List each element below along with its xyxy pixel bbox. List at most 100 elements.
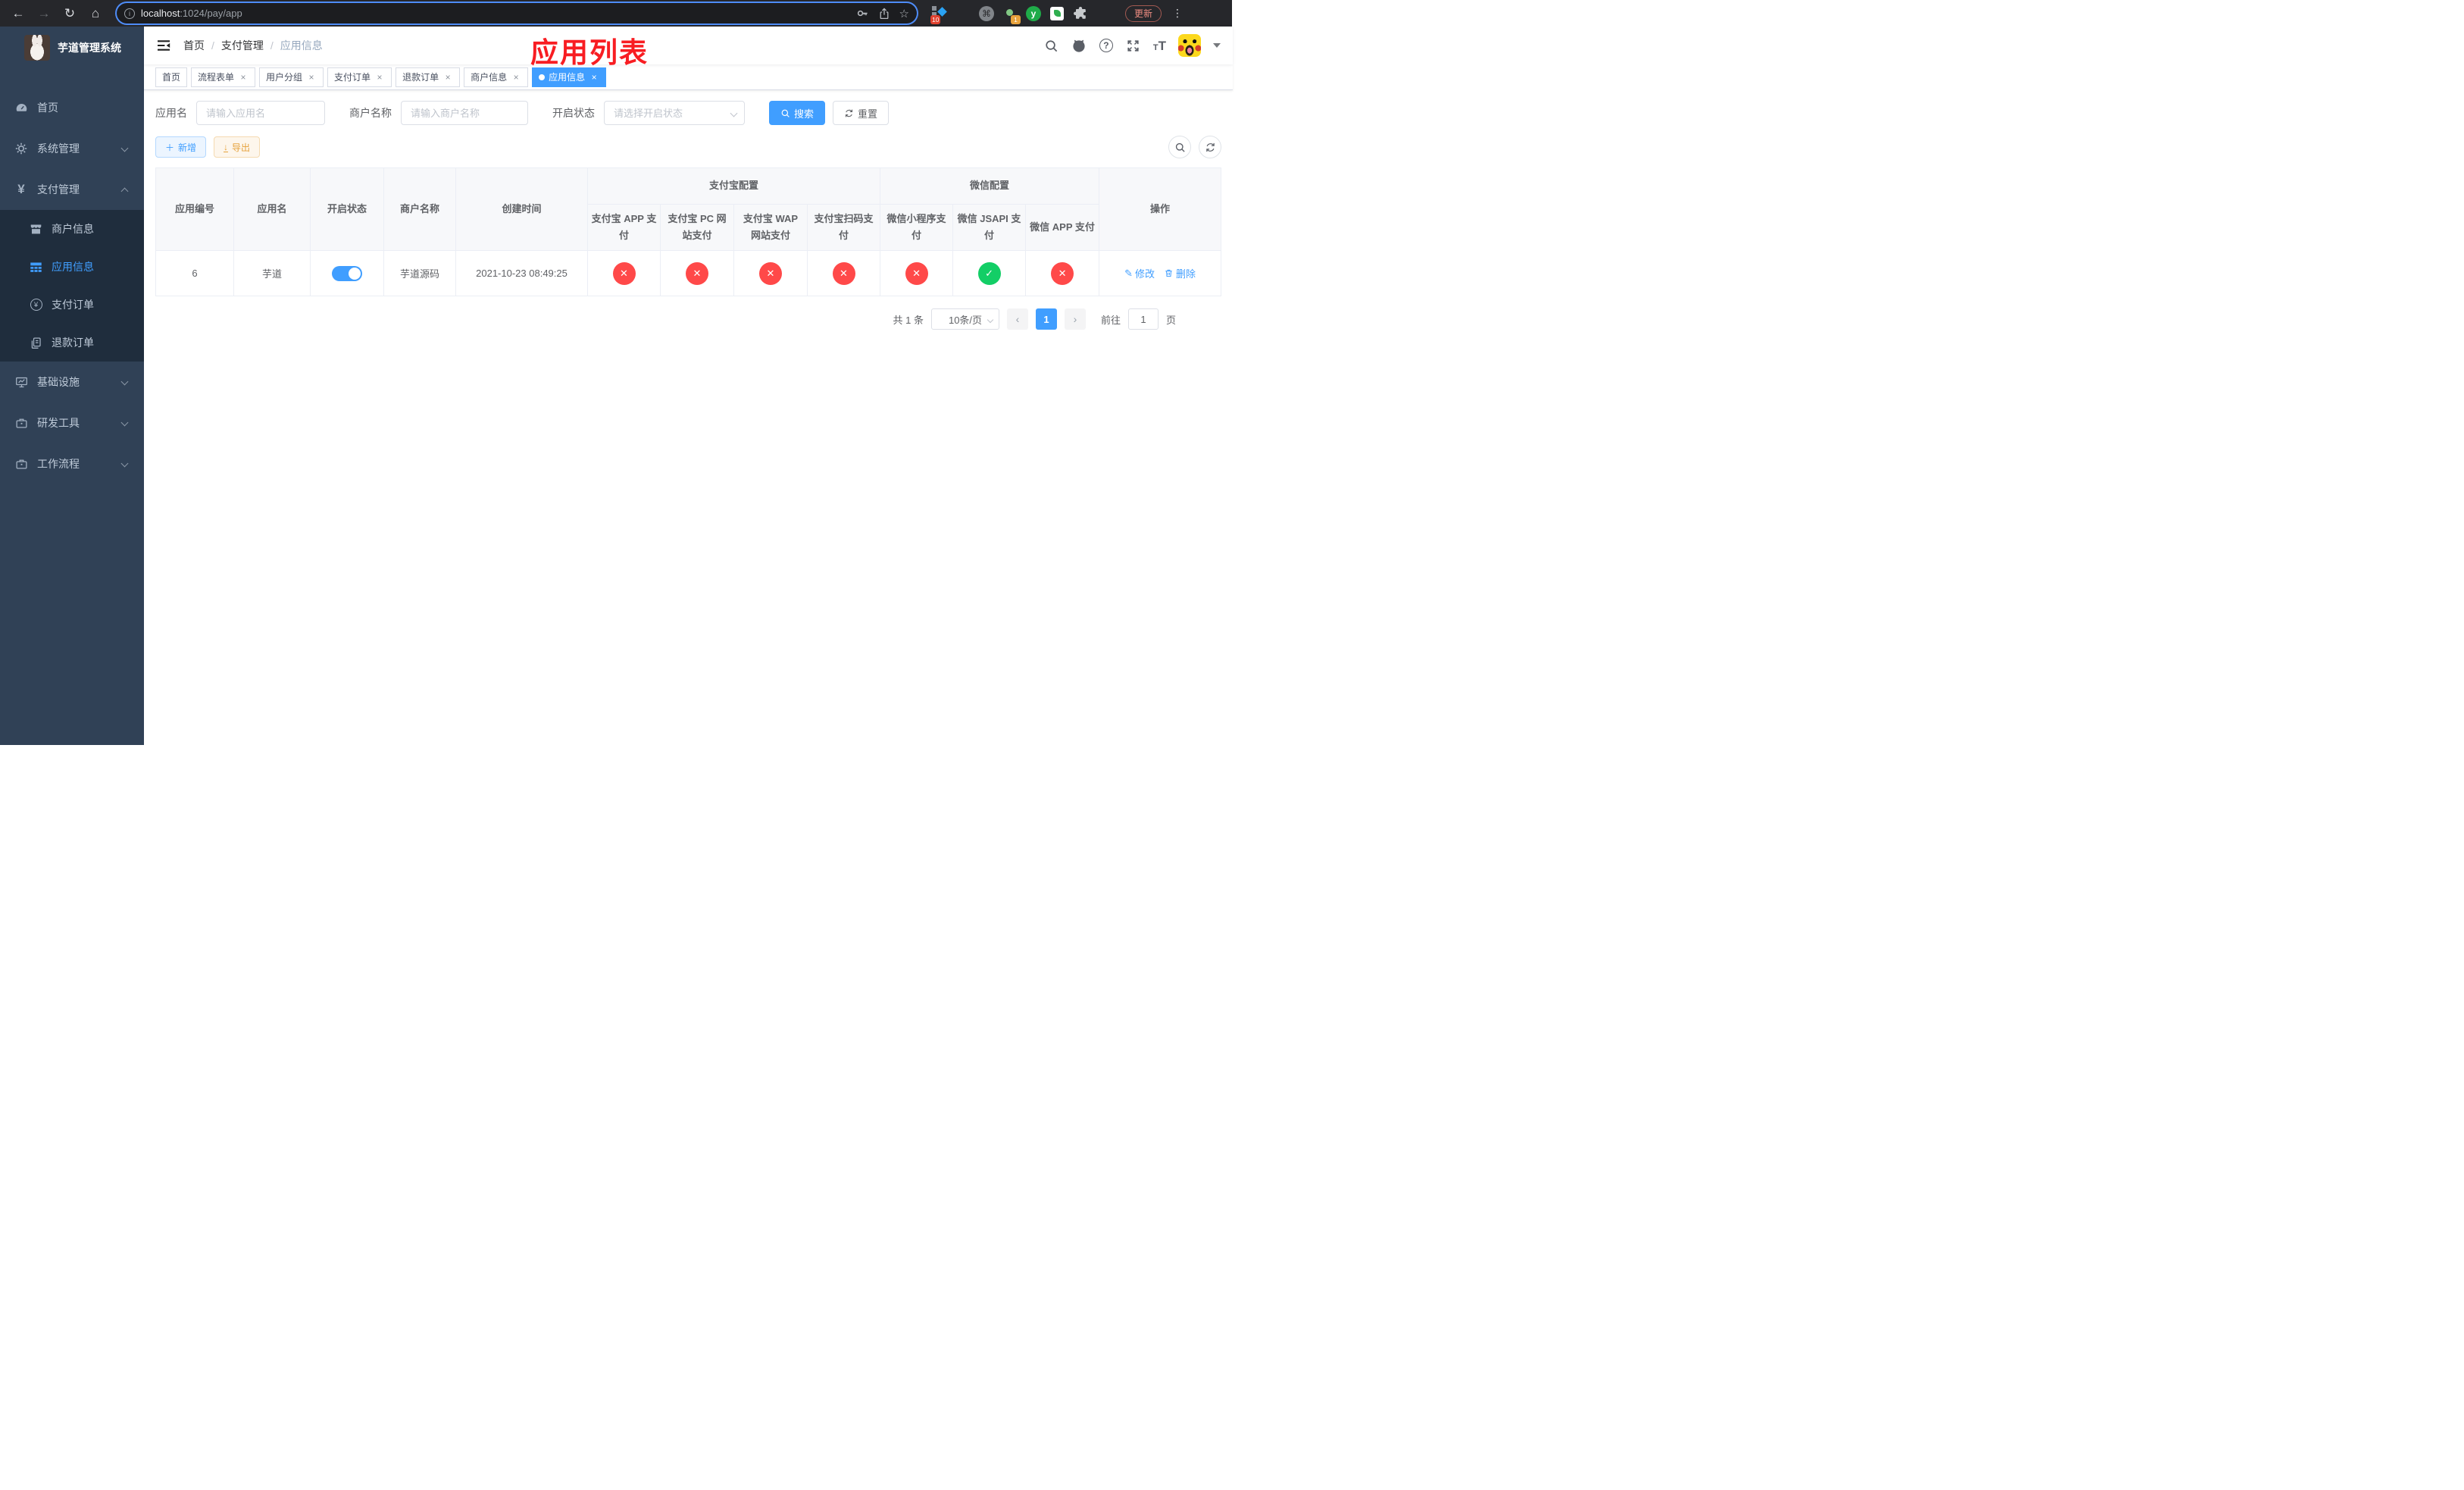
alipay-app-status-icon: ✕: [612, 261, 636, 285]
prev-page-button[interactable]: ‹: [1007, 308, 1029, 330]
col-alipay-wap: 支付宝 WAP 网站支付: [733, 203, 808, 252]
table-toolbar: ＋新增 ↓ 导出: [155, 136, 1222, 158]
table-row: 6 芋道 芋道源码 2021-10-23 08:49:25 ✕ ✕ ✕ ✕ ✕ …: [155, 250, 1222, 297]
dashboard-icon: [14, 101, 28, 114]
app-name-label: 应用名: [155, 107, 187, 119]
extension-command-icon[interactable]: ⌘: [979, 5, 994, 21]
close-icon[interactable]: ×: [306, 72, 317, 83]
sidebar-item-system[interactable]: 系统管理: [0, 128, 144, 169]
share-icon[interactable]: [878, 8, 890, 20]
font-size-icon[interactable]: TT: [1153, 39, 1166, 52]
extension-kite-icon[interactable]: [955, 6, 971, 21]
user-avatar[interactable]: [1178, 34, 1202, 57]
extension-leaf-icon[interactable]: [1049, 6, 1065, 21]
browser-forward-icon[interactable]: →: [33, 3, 55, 24]
app-logo[interactable]: 芋道管理系统: [0, 27, 144, 69]
close-icon[interactable]: ×: [374, 72, 385, 83]
alipay-wap-status-icon: ✕: [759, 261, 782, 285]
search-button[interactable]: 搜索: [769, 101, 826, 125]
group-alipay-config: 支付宝配置: [586, 167, 881, 205]
goto-label: 前往: [1101, 314, 1121, 326]
next-page-button[interactable]: ›: [1065, 308, 1087, 330]
total-count: 共 1 条: [893, 314, 924, 326]
tab-process-form[interactable]: 流程表单 ×: [191, 67, 256, 87]
browser-back-icon[interactable]: ←: [8, 3, 29, 24]
alipay-pc-status-icon: ✕: [686, 261, 708, 285]
extension-badge: 10: [930, 14, 941, 24]
delete-link[interactable]: 删除: [1164, 266, 1196, 280]
app-name-input[interactable]: [196, 101, 325, 125]
grid-icon: [30, 261, 42, 274]
tab-user-group[interactable]: 用户分组 ×: [259, 67, 324, 87]
alipay-qr-status-icon: ✕: [832, 261, 855, 285]
plus-icon: ＋: [165, 142, 175, 153]
search-icon[interactable]: [1044, 38, 1059, 53]
fullscreen-icon[interactable]: [1126, 38, 1141, 53]
bookmark-star-icon[interactable]: ☆: [899, 7, 909, 20]
wx-jsapi-status-icon: ✓: [977, 261, 1001, 285]
reset-button[interactable]: 重置: [833, 101, 890, 125]
extension-status-icon[interactable]: 1: [1002, 6, 1021, 24]
page-annotation: 应用列表: [530, 37, 649, 68]
col-merchant: 商户名称: [383, 167, 456, 252]
tab-pay-order[interactable]: 支付订单 ×: [327, 67, 392, 87]
close-icon[interactable]: ×: [238, 72, 249, 83]
breadcrumb-home[interactable]: 首页: [183, 38, 205, 53]
breadcrumb-payment[interactable]: 支付管理: [221, 38, 264, 53]
password-key-icon[interactable]: [856, 7, 869, 20]
page-content: 应用名 商户名称 开启状态 搜索: [144, 90, 1233, 745]
enabled-toggle[interactable]: [332, 265, 362, 281]
browser-reload-icon[interactable]: ↻: [59, 3, 80, 24]
sidebar-item-app-info[interactable]: 应用信息: [0, 248, 144, 286]
chevron-down-icon: [987, 316, 994, 324]
col-actions: 操作: [1099, 167, 1222, 252]
close-icon[interactable]: ×: [589, 72, 599, 83]
add-button[interactable]: ＋新增: [155, 136, 207, 158]
browser-menu-icon[interactable]: ⋮: [1172, 7, 1183, 20]
edit-link[interactable]: ✎ 修改: [1124, 266, 1155, 280]
status-select[interactable]: [604, 101, 745, 125]
refresh-button[interactable]: [1199, 136, 1222, 158]
goto-page-input[interactable]: [1128, 308, 1159, 330]
url-text[interactable]: localhost:1024/pay/app: [141, 8, 850, 19]
close-icon[interactable]: ×: [442, 72, 453, 83]
help-icon[interactable]: ?: [1099, 38, 1114, 53]
chevron-down-icon: [120, 377, 129, 386]
tab-home[interactable]: 首页: [155, 67, 188, 87]
browser-address-bar[interactable]: i localhost:1024/pay/app ☆: [117, 3, 917, 23]
status-label: 开启状态: [552, 107, 595, 119]
export-button[interactable]: ↓ 导出: [214, 136, 261, 158]
hide-search-button[interactable]: [1168, 136, 1192, 158]
page-size-select[interactable]: 10条/页: [931, 308, 1000, 330]
sidebar-item-merchant-info[interactable]: 商户信息: [0, 210, 144, 248]
sidebar-item-dev-tools[interactable]: 研发工具: [0, 402, 144, 443]
col-app-name: 应用名: [233, 167, 311, 252]
browser-profile-avatar[interactable]: [1096, 6, 1112, 21]
browser-home-icon[interactable]: ⌂: [85, 3, 106, 24]
sidebar-item-workflow[interactable]: 工作流程: [0, 443, 144, 484]
caret-down-icon[interactable]: [1213, 43, 1221, 48]
sidebar-collapse-icon[interactable]: [156, 38, 171, 53]
breadcrumb-current: 应用信息: [280, 39, 323, 52]
tab-merchant-info[interactable]: 商户信息 ×: [464, 67, 529, 87]
github-icon[interactable]: [1071, 38, 1087, 53]
close-icon[interactable]: ×: [511, 72, 521, 83]
current-page-button[interactable]: 1: [1036, 308, 1058, 330]
browser-update-button[interactable]: 更新: [1125, 5, 1162, 22]
site-info-icon[interactable]: i: [124, 8, 135, 19]
sidebar-item-infrastructure[interactable]: 基础设施: [0, 362, 144, 402]
browser-toolbar: ← → ↻ ⌂ i localhost:1024/pay/app ☆ 10 ⌘ …: [0, 0, 1232, 27]
merchant-name-input[interactable]: [401, 101, 528, 125]
extensions-puzzle-icon[interactable]: [1073, 6, 1088, 21]
sidebar-item-home[interactable]: 首页: [0, 87, 144, 128]
col-wx-jsapi: 微信 JSAPI 支付: [952, 203, 1027, 252]
shop-icon: [30, 223, 42, 236]
sidebar-item-refund-order[interactable]: 退款订单: [0, 324, 144, 362]
sidebar-item-pay-order[interactable]: ¥ 支付订单: [0, 286, 144, 324]
sidebar-item-payment[interactable]: ¥ 支付管理: [0, 169, 144, 210]
sidebar: 芋道管理系统 首页 系统管理 ¥ 支付管理 商户信息 应用信息 ¥ 支付订单 退…: [0, 27, 144, 745]
extension-grid-icon[interactable]: 10: [930, 5, 947, 24]
extension-y-icon[interactable]: y: [1026, 5, 1041, 21]
col-alipay-pc: 支付宝 PC 网站支付: [660, 203, 734, 252]
tab-refund-order[interactable]: 退款订单 ×: [396, 67, 461, 87]
